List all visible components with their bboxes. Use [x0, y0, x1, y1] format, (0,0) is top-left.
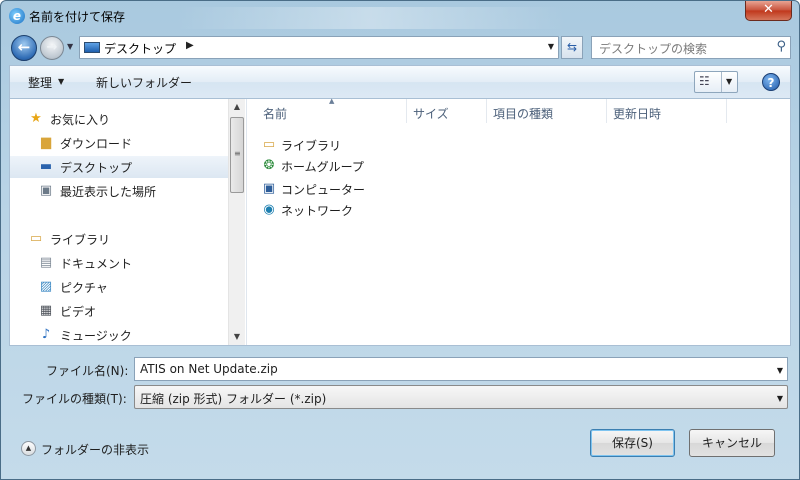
- forward-button[interactable]: →: [40, 36, 64, 60]
- filetype-dropdown-icon[interactable]: ▼: [777, 394, 783, 403]
- sidebar-item-libraries[interactable]: ▭ ライブラリ: [10, 228, 228, 250]
- sidebar-item-documents[interactable]: ▤ ドキュメント: [10, 252, 228, 274]
- filename-label: ファイル名(N):: [46, 364, 129, 378]
- breadcrumb-chevron-icon[interactable]: ▶: [186, 40, 194, 51]
- back-button[interactable]: ←: [11, 35, 37, 61]
- file-list-pane: ▲ 名前 サイズ 項目の種類 更新日時 ▭ ライブラリ ❂ ホームグループ ▣: [247, 97, 790, 345]
- command-toolbar: 整理 ▼ 新しいフォルダー ☷ ▼ ?: [9, 65, 791, 98]
- recent-places-icon: ▣: [39, 183, 53, 198]
- list-item-label: ネットワーク: [281, 204, 354, 218]
- address-dropdown-icon[interactable]: ▼: [548, 42, 554, 51]
- navigation-bar: ← → ▼ デスクトップ ▶ ▼ ⇆ デスクトップの検索 ⚲: [1, 31, 799, 63]
- refresh-button[interactable]: ⇆: [561, 36, 583, 59]
- network-icon: ◉: [263, 202, 275, 217]
- filetype-select[interactable]: 圧縮 (zip 形式) フォルダー (*.zip) ▼: [134, 385, 788, 409]
- title-glass-decoration: [176, 7, 566, 29]
- window-title: 名前を付けて保存: [29, 10, 126, 24]
- organize-button[interactable]: 整理: [28, 74, 52, 91]
- homegroup-icon: ❂: [263, 158, 275, 173]
- sidebar-item-label: ドキュメント: [60, 257, 133, 271]
- sidebar-item-downloads[interactable]: ▆ ダウンロード: [10, 132, 228, 154]
- download-folder-icon: ▆: [41, 135, 51, 150]
- sidebar-item-label: ライブラリ: [50, 233, 111, 247]
- column-header-label: 名前: [263, 107, 288, 121]
- search-input[interactable]: デスクトップの検索 ⚲: [591, 36, 791, 59]
- column-header-label: サイズ: [413, 107, 449, 121]
- close-button[interactable]: ✕: [745, 1, 792, 21]
- list-item-label: ライブラリ: [281, 139, 342, 153]
- list-item-label: コンピューター: [281, 183, 366, 197]
- document-icon: ▤: [39, 255, 53, 270]
- picture-icon: ▨: [39, 279, 53, 294]
- filetype-label: ファイルの種類(T):: [22, 392, 127, 406]
- filetype-value: 圧縮 (zip 形式) フォルダー (*.zip): [140, 392, 327, 406]
- details-view-icon[interactable]: ☷: [699, 74, 710, 88]
- search-placeholder: デスクトップの検索: [599, 42, 708, 56]
- filename-dropdown-icon[interactable]: ▼: [777, 366, 783, 375]
- column-header-size[interactable]: サイズ: [407, 99, 487, 123]
- library-icon: ▭: [29, 231, 43, 246]
- filename-field[interactable]: ATIS on Net Update.zip ▼: [134, 357, 788, 381]
- column-header-date-modified[interactable]: 更新日時: [607, 99, 727, 123]
- browser-content: ★ お気に入り ▆ ダウンロード ▬ デスクトップ ▣ 最近表示した場所 ▭ ラ…: [9, 97, 791, 346]
- library-icon: ▭: [262, 137, 276, 152]
- sidebar-item-label: ダウンロード: [60, 137, 133, 151]
- music-icon: ♪: [41, 327, 51, 342]
- sidebar-item-music[interactable]: ♪ ミュージック: [10, 324, 228, 345]
- star-icon: ★: [30, 111, 42, 126]
- list-item-label: ホームグループ: [281, 160, 364, 174]
- title-bar: e 名前を付けて保存 ✕: [1, 1, 799, 31]
- sidebar-item-videos[interactable]: ▦ ビデオ: [10, 300, 228, 322]
- hide-folders-label[interactable]: フォルダーの非表示: [41, 441, 149, 458]
- navigation-pane: ★ お気に入り ▆ ダウンロード ▬ デスクトップ ▣ 最近表示した場所 ▭ ラ…: [10, 99, 246, 345]
- sidebar-item-label: ピクチャ: [60, 281, 108, 295]
- desktop-icon: [84, 42, 100, 53]
- column-header-label: 項目の種類: [493, 107, 554, 121]
- address-bar[interactable]: デスクトップ ▶ ▼: [79, 36, 559, 59]
- view-dropdown-icon[interactable]: ▼: [726, 77, 732, 86]
- help-icon[interactable]: ?: [762, 73, 780, 91]
- sidebar-item-pictures[interactable]: ▨ ピクチャ: [10, 276, 228, 298]
- cancel-button[interactable]: キャンセル: [689, 429, 775, 457]
- sidebar-item-label: 最近表示した場所: [60, 185, 157, 199]
- chevron-down-icon[interactable]: ▼: [58, 77, 64, 86]
- change-view-button[interactable]: ☷ ▼: [694, 71, 738, 93]
- new-folder-button[interactable]: 新しいフォルダー: [96, 74, 192, 91]
- column-header-type[interactable]: 項目の種類: [487, 99, 607, 123]
- scrollbar-thumb[interactable]: ≡: [230, 117, 244, 193]
- computer-icon: ▣: [262, 181, 276, 196]
- scroll-up-arrow-icon[interactable]: ▲: [229, 99, 245, 115]
- video-icon: ▦: [39, 303, 53, 318]
- column-header-name[interactable]: ▲ 名前: [247, 97, 407, 123]
- save-button[interactable]: 保存(S): [590, 429, 675, 457]
- sidebar-item-label: ミュージック: [60, 329, 132, 343]
- filename-value[interactable]: ATIS on Net Update.zip: [140, 362, 278, 376]
- collapse-up-icon[interactable]: ▲: [21, 441, 36, 456]
- navigation-pane-scrollbar[interactable]: ▲ ≡ ▼: [228, 99, 245, 345]
- sidebar-item-label: ビデオ: [60, 305, 97, 319]
- sort-ascending-icon: ▲: [329, 97, 335, 105]
- column-header-label: 更新日時: [613, 107, 662, 121]
- address-breadcrumb-desktop[interactable]: デスクトップ: [104, 40, 176, 57]
- sidebar-item-desktop[interactable]: ▬ デスクトップ: [10, 156, 228, 178]
- scroll-down-arrow-icon[interactable]: ▼: [229, 329, 245, 345]
- recent-pages-dropdown-icon[interactable]: ▼: [67, 42, 73, 51]
- sidebar-item-label: お気に入り: [50, 113, 111, 127]
- sidebar-item-label: デスクトップ: [60, 161, 133, 175]
- sidebar-item-favorites[interactable]: ★ お気に入り: [10, 108, 228, 130]
- desktop-icon: ▬: [39, 159, 53, 174]
- search-icon[interactable]: ⚲: [776, 39, 786, 54]
- save-as-dialog: e 名前を付けて保存 ✕ ← → ▼ デスクトップ ▶ ▼ ⇆ デスクトップの検…: [0, 0, 800, 480]
- internet-explorer-icon: e: [9, 8, 25, 24]
- view-button-separator: [721, 72, 722, 92]
- sidebar-item-recent-places[interactable]: ▣ 最近表示した場所: [10, 180, 228, 202]
- scrollbar-grip-icon: ≡: [234, 149, 241, 158]
